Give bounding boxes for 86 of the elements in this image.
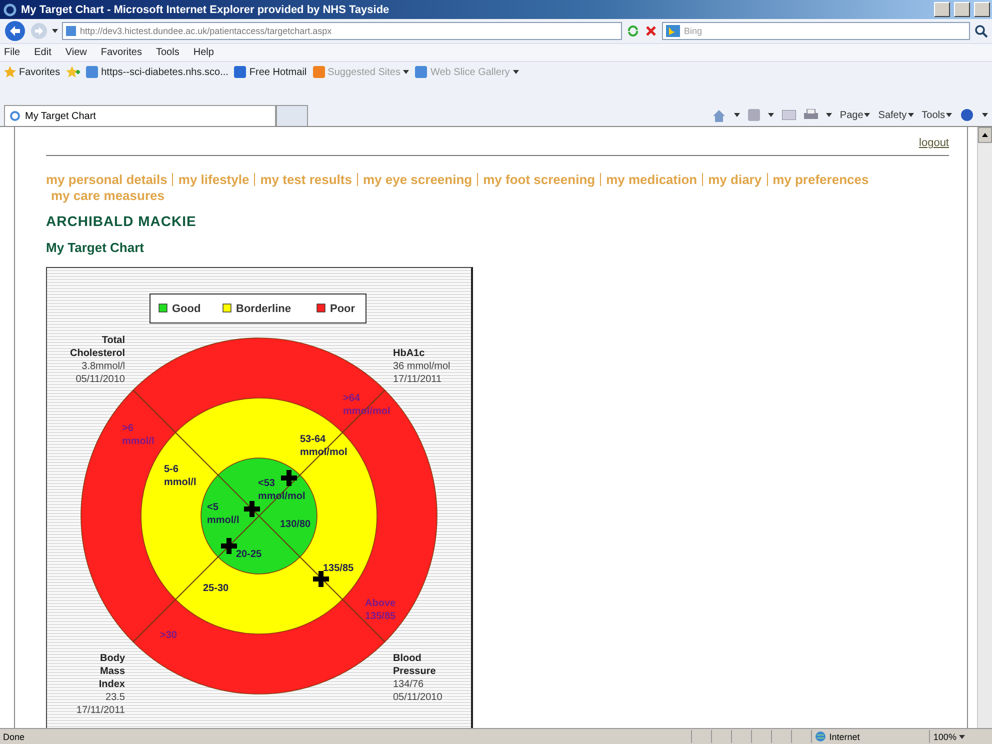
minimize-button[interactable] <box>934 2 950 17</box>
stop-icon[interactable] <box>644 24 658 38</box>
measure-value: 23.5 <box>106 692 125 703</box>
caret-icon <box>512 70 519 74</box>
measure-name: Blood Pressure <box>393 653 436 677</box>
band-label: >30 <box>160 630 177 641</box>
menu-item[interactable]: Favorites <box>100 47 142 58</box>
scrollbar[interactable] <box>977 127 992 728</box>
search-provider-icon <box>666 25 680 37</box>
menu-item[interactable]: Edit <box>34 47 52 58</box>
band-label: 5-6 mmol/l <box>164 464 196 488</box>
caret-icon <box>946 113 952 117</box>
favorite-link[interactable]: Free Hotmail <box>234 66 307 78</box>
measure-value: 36 mmol/mol <box>393 361 450 372</box>
up-arrow-icon[interactable] <box>982 133 988 137</box>
add-favorite-icon[interactable] <box>66 66 80 78</box>
measure-date: 05/11/2010 <box>393 692 442 703</box>
cross-marker <box>313 571 329 587</box>
site-icon <box>312 66 325 78</box>
measure-name: Total Cholesterol <box>70 335 125 359</box>
cross-marker <box>281 470 297 486</box>
page-heading: My Target Chart <box>46 240 145 255</box>
back-icon[interactable] <box>4 20 26 42</box>
caret-icon <box>908 113 914 117</box>
caret-icon <box>403 70 410 74</box>
new-tab-button[interactable] <box>276 105 308 126</box>
caret-icon <box>864 113 870 117</box>
caret-icon <box>734 113 740 117</box>
measure-value: 134/76 <box>393 679 424 690</box>
command-menu[interactable]: Tools <box>922 110 952 120</box>
cross-marker <box>221 538 237 554</box>
cross-marker <box>244 501 260 517</box>
site-icon <box>415 66 428 78</box>
logout-link[interactable]: logout <box>919 137 949 149</box>
favorite-link[interactable]: https--sci-diabetes.nhs.sco... <box>86 66 228 78</box>
feeds-icon[interactable] <box>748 109 760 121</box>
measure-name: Body Mass Index <box>98 653 125 690</box>
caret-icon <box>959 734 966 738</box>
mail-icon[interactable] <box>782 110 796 120</box>
maximize-button[interactable] <box>954 2 970 17</box>
band-label: 25-30 <box>203 583 229 594</box>
measure-value: 3.8mmol/l <box>82 361 125 372</box>
measure-date: 17/11/2011 <box>76 705 125 716</box>
window-title: My Target Chart - Microsoft Internet Explorer provided by NHS Tayside <box>21 4 390 16</box>
status-text: Done <box>3 732 25 742</box>
legend-label: Poor <box>330 303 356 315</box>
band-label: 20-25 <box>236 549 262 560</box>
legend-label: Borderline <box>236 303 292 315</box>
menu-item[interactable]: View <box>65 47 87 58</box>
refresh-icon[interactable] <box>626 24 640 38</box>
print-icon[interactable] <box>804 109 818 121</box>
measure-name: HbA1c <box>393 348 425 359</box>
band-label: >6 mmol/l <box>122 423 154 447</box>
favorites-button[interactable]: Favorites <box>4 66 60 78</box>
menu-item[interactable]: Tools <box>156 47 180 58</box>
caret-icon <box>982 113 988 117</box>
search-icon[interactable] <box>974 24 988 38</box>
page-icon <box>66 26 76 36</box>
browser-logo-icon <box>3 2 17 16</box>
star-icon <box>4 66 16 78</box>
address-field[interactable]: http://dev3.hictest.dundee.ac.uk/patientaccess/targetchart.aspx <box>62 22 622 40</box>
caret-icon <box>826 113 832 117</box>
site-icon <box>234 66 246 78</box>
command-menu[interactable]: Safety <box>878 110 914 120</box>
menu-item[interactable]: Help <box>193 47 214 58</box>
security-zone: Internet <box>829 732 860 742</box>
help-icon[interactable] <box>960 108 974 122</box>
band-label: <5 mmol/l <box>207 502 240 526</box>
page-icon <box>9 110 21 122</box>
band-label: Above 135/85 <box>365 598 396 622</box>
measure-date: 05/11/2010 <box>76 374 125 385</box>
band-label: 130/80 <box>280 519 311 530</box>
home-icon[interactable] <box>712 108 726 122</box>
browser-tab[interactable]: My Target Chart <box>4 105 276 126</box>
band-label: 135/85 <box>323 563 354 574</box>
caret-icon <box>52 29 58 33</box>
patient-name: ARCHIBALD MACKIE <box>46 213 198 229</box>
caret-icon <box>768 113 774 117</box>
legend-label: Good <box>172 303 201 315</box>
site-icon <box>86 66 98 78</box>
close-button[interactable] <box>974 2 990 17</box>
measure-date: 17/11/2011 <box>393 374 442 385</box>
command-menu[interactable]: Page <box>840 110 870 120</box>
zoom-level[interactable]: 100% <box>933 732 956 742</box>
globe-icon <box>815 731 826 742</box>
menu-item[interactable]: File <box>4 47 20 58</box>
